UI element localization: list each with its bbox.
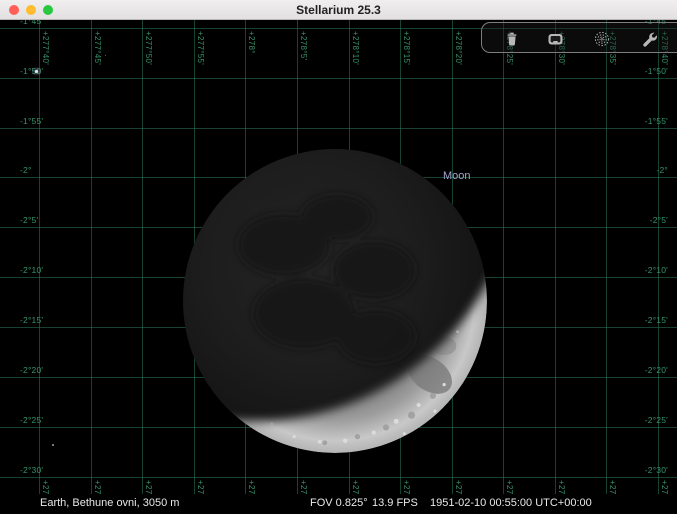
dec-label-right: -2°15' xyxy=(644,315,668,325)
ra-label-top: +278°5' xyxy=(299,31,308,61)
ra-label-bottom: +278°25' xyxy=(504,480,514,494)
ra-label-bottom: +278°20' xyxy=(453,480,463,494)
ra-label-bottom: +277°40' xyxy=(40,480,50,494)
dec-label-left: -2°30' xyxy=(20,465,44,475)
trash-icon xyxy=(507,32,517,46)
ra-label-top: +278°20' xyxy=(454,31,463,66)
ra-label-bottom: +278°10' xyxy=(350,480,360,494)
dec-label-left: -2°25' xyxy=(20,415,44,425)
location-status[interactable]: Earth, Bethune ovni, 3050 m xyxy=(40,497,179,509)
dec-label-left: -1°55' xyxy=(20,116,44,126)
grid-meridian-line xyxy=(142,20,143,494)
stellarium-window: Stellarium 25.3 +277°40' +277°40' +277°45'… xyxy=(0,0,677,514)
datetime-status[interactable]: 1951-02-10 00:55:00 UTC+00:00 xyxy=(430,497,592,509)
toolbar-button-4[interactable] xyxy=(636,26,662,52)
grid-parallel-line xyxy=(0,78,677,79)
titlebar: Stellarium 25.3 xyxy=(0,0,677,20)
moon-label[interactable]: Moon xyxy=(443,170,471,182)
window-title: Stellarium 25.3 xyxy=(296,2,381,17)
star xyxy=(105,55,106,56)
dec-label-right: -2°30' xyxy=(644,465,668,475)
ra-label-bottom: +278°40' xyxy=(659,480,669,494)
moon-crescent xyxy=(183,149,487,453)
wrench-icon xyxy=(642,32,657,47)
plugin-toolbar xyxy=(481,22,677,53)
minimize-button[interactable] xyxy=(26,5,36,15)
ra-label-bottom: +278°15' xyxy=(401,480,411,494)
star xyxy=(52,444,54,446)
grid-parallel-line xyxy=(0,477,677,478)
zoom-button[interactable] xyxy=(43,5,53,15)
dec-label-left: -2°15' xyxy=(20,315,44,325)
ra-label-top: +277°45' xyxy=(93,31,102,66)
dec-label-right: -2°25' xyxy=(644,415,668,425)
close-button[interactable] xyxy=(9,5,19,15)
grid-parallel-line xyxy=(0,128,677,129)
toolbar-button-3[interactable] xyxy=(589,26,615,52)
ra-label-top: +277°55' xyxy=(196,31,205,66)
camera-sensor-icon xyxy=(548,34,562,45)
dec-label-right: -1°50' xyxy=(644,66,668,76)
dec-label-right: -2°5' xyxy=(649,215,668,225)
dec-label-left: -2°20' xyxy=(20,365,44,375)
dec-label-right: -2°20' xyxy=(644,365,668,375)
grid-meridian-line xyxy=(503,20,504,494)
dec-label-left: -1°45' xyxy=(20,20,44,26)
fov-status: FOV 0.825° xyxy=(310,497,368,509)
ra-label-top: +277°40' xyxy=(41,31,50,66)
ra-label-bottom: +277°55' xyxy=(195,480,205,494)
ra-label-top: +278° xyxy=(247,31,256,54)
ra-label-bottom: +277°50' xyxy=(143,480,153,494)
ra-label-top: +277°50' xyxy=(144,31,153,66)
ra-label-bottom: +278°5' xyxy=(298,480,308,494)
target-icon xyxy=(594,31,610,47)
ra-label-bottom: +278°35' xyxy=(607,480,617,494)
moon[interactable] xyxy=(182,148,488,454)
ra-label-bottom: +278°30' xyxy=(556,480,566,494)
fps-status: 13.9 FPS xyxy=(372,497,418,509)
dec-label-left: -2°5' xyxy=(20,215,39,225)
star xyxy=(35,70,38,73)
dec-label-left: -2° xyxy=(20,165,32,175)
dec-label-right: -2°10' xyxy=(644,265,668,275)
ra-label-top: +278°15' xyxy=(402,31,411,66)
dec-label-left: -1°50' xyxy=(20,66,44,76)
grid-meridian-line xyxy=(606,20,607,494)
dec-label-right: -2° xyxy=(656,165,668,175)
grid-meridian-line xyxy=(555,20,556,494)
ra-label-bottom: +278° xyxy=(247,480,256,494)
statusbar: Earth, Bethune ovni, 3050 m FOV 0.825° 1… xyxy=(0,494,677,514)
toolbar-button-2[interactable] xyxy=(542,26,568,52)
sky-viewport[interactable]: +277°40' +277°40' +277°45' +277°45' +277°50'… xyxy=(0,20,677,494)
dec-label-right: -1°55' xyxy=(644,116,668,126)
grid-meridian-line xyxy=(91,20,92,494)
window-controls xyxy=(9,5,53,15)
toolbar-button-1[interactable] xyxy=(499,26,525,52)
ra-label-bottom: +277°45' xyxy=(92,480,102,494)
ra-label-top: +278°10' xyxy=(351,31,360,66)
dec-label-left: -2°10' xyxy=(20,265,44,275)
